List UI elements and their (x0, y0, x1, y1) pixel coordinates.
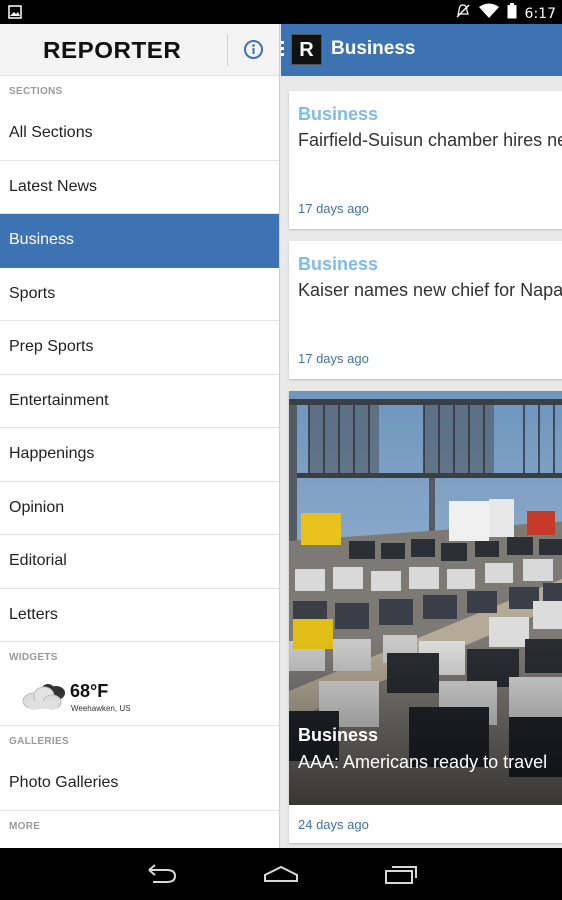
info-icon[interactable] (243, 39, 264, 60)
sidebar-item-prep-sports[interactable]: Prep Sports (0, 321, 279, 375)
sidebar-item-letters[interactable]: Letters (0, 589, 279, 642)
article-category: Business (298, 725, 379, 745)
header-divider (227, 34, 228, 66)
sidebar-item-opinion[interactable]: Opinion (0, 482, 279, 535)
battery-icon (507, 3, 517, 24)
home-icon[interactable] (261, 862, 301, 886)
galleries-header: GALLERIES (9, 736, 69, 747)
mute-icon (455, 3, 471, 24)
sidebar-item-business[interactable]: Business (0, 214, 279, 268)
article-card[interactable]: Business Fairfield-Suisun chamber hires … (289, 91, 562, 229)
sidebar-item-happenings[interactable]: Happenings (0, 428, 279, 482)
status-time: 6:17 (524, 5, 556, 22)
wifi-icon (478, 3, 499, 24)
reporter-logo: REPORTER (43, 37, 182, 63)
status-bar: 6:17 (0, 0, 562, 24)
recent-apps-icon[interactable] (381, 862, 421, 886)
more-header: MORE (9, 820, 41, 832)
sidebar-item-entertainment[interactable]: Entertainment (0, 375, 279, 428)
article-headline: Kaiser names new chief for Napa (298, 280, 562, 300)
navigation-drawer: REPORTER SECTIONS All Sections Latest Ne… (0, 24, 280, 848)
sections-header: SECTIONS (9, 86, 63, 97)
article-headline: AAA: Americans ready to travel (298, 752, 548, 772)
widgets-header: WIDGETS (9, 652, 58, 663)
weather-widget[interactable]: 68°F Weehawken, US (0, 673, 279, 726)
article-category: Business (298, 104, 379, 124)
article-card[interactable]: Business Kaiser names new chief for Napa… (289, 241, 562, 379)
article-time: 17 days ago (298, 201, 369, 216)
app-bar: R Business (281, 24, 562, 76)
article-card-featured[interactable]: Business AAA: Americans ready to travel … (289, 391, 562, 843)
article-headline: Fairfield-Suisun chamber hires new (298, 130, 562, 150)
app-logo[interactable]: R (291, 34, 322, 65)
back-icon[interactable] (141, 862, 181, 886)
sidebar-item-latest-news[interactable]: Latest News (0, 161, 279, 214)
drawer-header: REPORTER (0, 24, 279, 76)
article-time: 17 days ago (298, 351, 369, 366)
weather-temperature: 68°F (70, 681, 109, 701)
weather-location: Weehawken, US (71, 704, 131, 713)
article-time: 24 days ago (298, 817, 369, 832)
main-content: R Business Business Fairfield-Suisun cha… (281, 24, 562, 848)
sidebar-item-all-sections[interactable]: All Sections (0, 107, 279, 161)
page-title: Business (331, 38, 416, 59)
sidebar-item-photo-galleries[interactable]: Photo Galleries (0, 757, 279, 811)
sidebar-item-sports[interactable]: Sports (0, 268, 279, 321)
drawer-indicator-icon[interactable] (281, 41, 285, 59)
cloud-icon (20, 679, 68, 718)
article-category: Business (298, 254, 379, 274)
article-photo: Business AAA: Americans ready to travel (289, 391, 562, 805)
system-navigation-bar (0, 848, 562, 900)
sidebar-item-editorial[interactable]: Editorial (0, 535, 279, 589)
image-notification-icon (8, 5, 22, 24)
